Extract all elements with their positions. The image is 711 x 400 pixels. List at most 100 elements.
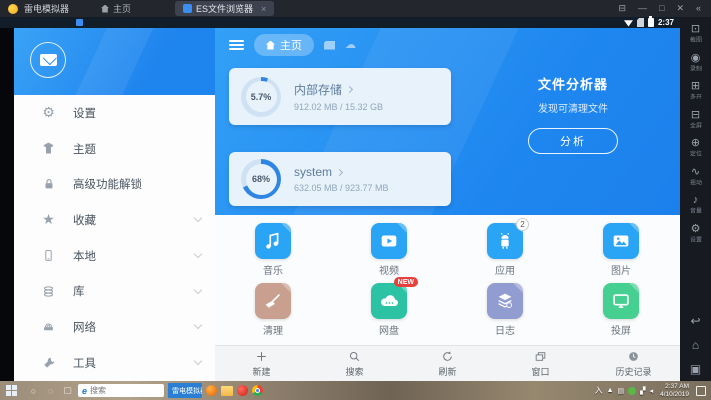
collapse-sidebar-button[interactable]: « [696, 0, 701, 17]
new-button[interactable]: 新建 [215, 346, 308, 381]
left-gutter [0, 28, 14, 381]
hamburger-menu-icon[interactable] [229, 40, 244, 50]
category-video[interactable]: 视频 [331, 223, 447, 277]
category-grid: 音乐 视频 2 [215, 215, 680, 345]
category-logs[interactable]: 日志 [447, 283, 563, 337]
sidebar-item-settings[interactable]: ⚙ 设置 [14, 95, 215, 131]
sidebar-item-label: 高级功能解锁 [73, 176, 201, 192]
close-button[interactable]: ✕ [676, 0, 684, 17]
ime-indicator[interactable]: 入 [595, 385, 603, 396]
emulator-app-tab[interactable]: ES文件浏览器 × [175, 1, 274, 16]
storage-card-system[interactable]: 68% system 632.05 MB / 923.77 MB [229, 152, 451, 206]
android-recents-button[interactable]: ▣ [690, 363, 701, 375]
android-back-button[interactable]: ↩ [690, 315, 700, 327]
cortana-icon[interactable]: ◌ [44, 386, 57, 396]
storage-percent: 68% [241, 159, 281, 199]
app-bottom-toolbar: 新建 搜索 刷新 窗口 [215, 345, 680, 381]
tray-status-icon[interactable] [628, 387, 636, 395]
notification-icon [76, 19, 83, 26]
browser-icon[interactable] [237, 385, 248, 396]
star-icon: ★ [40, 211, 57, 228]
taskbar-search-text: 搜索 [90, 385, 106, 396]
category-cloud-drive[interactable]: NEW 网盘 [331, 283, 447, 337]
tshirt-icon [40, 141, 57, 156]
minimize-button[interactable]: — [638, 0, 647, 17]
system-tray: 入 ▲ ▤ ▞ ◂ 2:37 AM 4/10/2019 [595, 383, 708, 397]
emulator-home-tab[interactable]: 主页 [93, 1, 139, 16]
toolbar-screenshot-button[interactable]: ⊡ 截图 [689, 23, 703, 45]
analyzer-title: 文件分析器 [483, 74, 663, 93]
drawer-header [14, 28, 215, 95]
chevron-down-icon [194, 214, 202, 222]
task-view-icon[interactable]: ▢ [61, 385, 74, 396]
android-home-button[interactable]: ⌂ [692, 339, 699, 351]
category-music[interactable]: 音乐 [215, 223, 331, 277]
android-screen: 2:37 ⚙ 设置 [0, 17, 680, 381]
chevron-down-icon [194, 250, 202, 258]
sidebar-item-theme[interactable]: 主题 [14, 131, 215, 167]
sidebar-item-library[interactable]: 库 [14, 273, 215, 309]
tab-home[interactable]: 主页 [254, 34, 314, 56]
tray-expand-icon[interactable]: ▲ [607, 387, 614, 394]
volume-icon: ♪ [693, 194, 699, 206]
emulator-title: 雷电模拟器 [24, 2, 69, 15]
storage-card-internal[interactable]: 5.7% 内部存储 912.02 MB / 15.32 GB [229, 68, 451, 125]
tab-close-icon[interactable]: × [261, 4, 266, 14]
main-content: 主页 ☁ 5.7% 内部存储 912.02 MB / 15.32 [215, 28, 680, 381]
category-cast[interactable]: 投屏 [563, 283, 679, 337]
network-tray-icon[interactable]: ▞ [640, 387, 645, 395]
action-center-icon[interactable] [696, 386, 706, 396]
app-header: 主页 ☁ [215, 28, 680, 62]
search-button[interactable]: 搜索 [308, 346, 401, 381]
tab-home-label: 主页 [280, 37, 302, 53]
location-icon: ⊕ [691, 137, 700, 149]
sidebar-item-local[interactable]: 本地 [14, 238, 215, 274]
history-button[interactable]: 历史记录 [587, 346, 680, 381]
sidebar-item-premium-unlock[interactable]: 高级功能解锁 [14, 166, 215, 202]
screenshot-window-icon[interactable]: ⊟ [618, 0, 626, 17]
chevron-down-icon [194, 357, 202, 365]
record-icon: ◉ [691, 52, 701, 64]
volume-tray-icon[interactable]: ◂ [650, 387, 654, 395]
toolbar-settings-button[interactable]: ⚙ 设置 [689, 223, 703, 245]
sidebar-item-favorites[interactable]: ★ 收藏 [14, 202, 215, 238]
window-button[interactable]: 窗口 [494, 346, 587, 381]
toolbar-volume-button[interactable]: ♪ 音量 [689, 194, 703, 216]
storage-percent: 5.7% [241, 77, 281, 117]
sdcard-shortcut-icon[interactable] [324, 41, 335, 50]
category-apps[interactable]: 2 应用 [447, 223, 563, 277]
toolbar-record-button[interactable]: ◉ 录制 [689, 52, 703, 74]
taskbar-search-box[interactable]: e 搜索 [78, 384, 164, 397]
taskbar-search-icon[interactable]: ○ [27, 386, 40, 396]
screenshot-icon: ⊡ [691, 23, 700, 35]
sidebar-item-tools[interactable]: 工具 [14, 345, 215, 381]
active-app-taskbar-button[interactable]: 雷电模拟器 [168, 383, 202, 398]
toolbar-shake-button[interactable]: ∿ 摇动 [689, 166, 703, 188]
user-avatar[interactable] [30, 42, 66, 78]
category-images[interactable]: 图片 [563, 223, 679, 277]
taskbar-clock[interactable]: 2:37 AM 4/10/2019 [660, 383, 689, 397]
tray-icon[interactable]: ▤ [618, 387, 625, 395]
file-explorer-icon[interactable] [221, 386, 233, 396]
toolbar-multi-instance-button[interactable]: ⊞ 多开 [689, 80, 703, 102]
toolbar-location-button[interactable]: ⊕ 定位 [689, 137, 703, 159]
chrome-icon[interactable] [252, 385, 263, 396]
category-label: 视频 [379, 262, 399, 277]
file-analyzer-panel: 文件分析器 发现可清理文件 分析 [483, 74, 663, 154]
firefox-icon[interactable] [206, 385, 217, 396]
emulator-toolbar: ⊡ 截图 ◉ 录制 ⊞ 多开 ⊟ 全屏 ⊕ 定位 ∿ 摇动 [680, 17, 711, 381]
sidebar-item-label: 库 [73, 283, 179, 299]
toolbar-fullscreen-button[interactable]: ⊟ 全屏 [689, 109, 703, 131]
app-tab-label: ES文件浏览器 [196, 2, 253, 15]
clock-date: 4/10/2019 [660, 391, 689, 398]
maximize-button[interactable]: □ [659, 0, 664, 17]
sidebar-item-label: 工具 [73, 355, 179, 371]
refresh-button[interactable]: 刷新 [401, 346, 494, 381]
start-button[interactable] [6, 385, 20, 397]
category-clean[interactable]: 清理 [215, 283, 331, 337]
cloud-shortcut-icon[interactable]: ☁ [345, 40, 356, 51]
wifi-icon [624, 19, 633, 27]
analyze-button[interactable]: 分析 [528, 128, 618, 154]
sidebar-item-network[interactable]: 网络 [14, 309, 215, 345]
app-drawer: ⚙ 设置 主题 高级功能 [14, 28, 215, 381]
